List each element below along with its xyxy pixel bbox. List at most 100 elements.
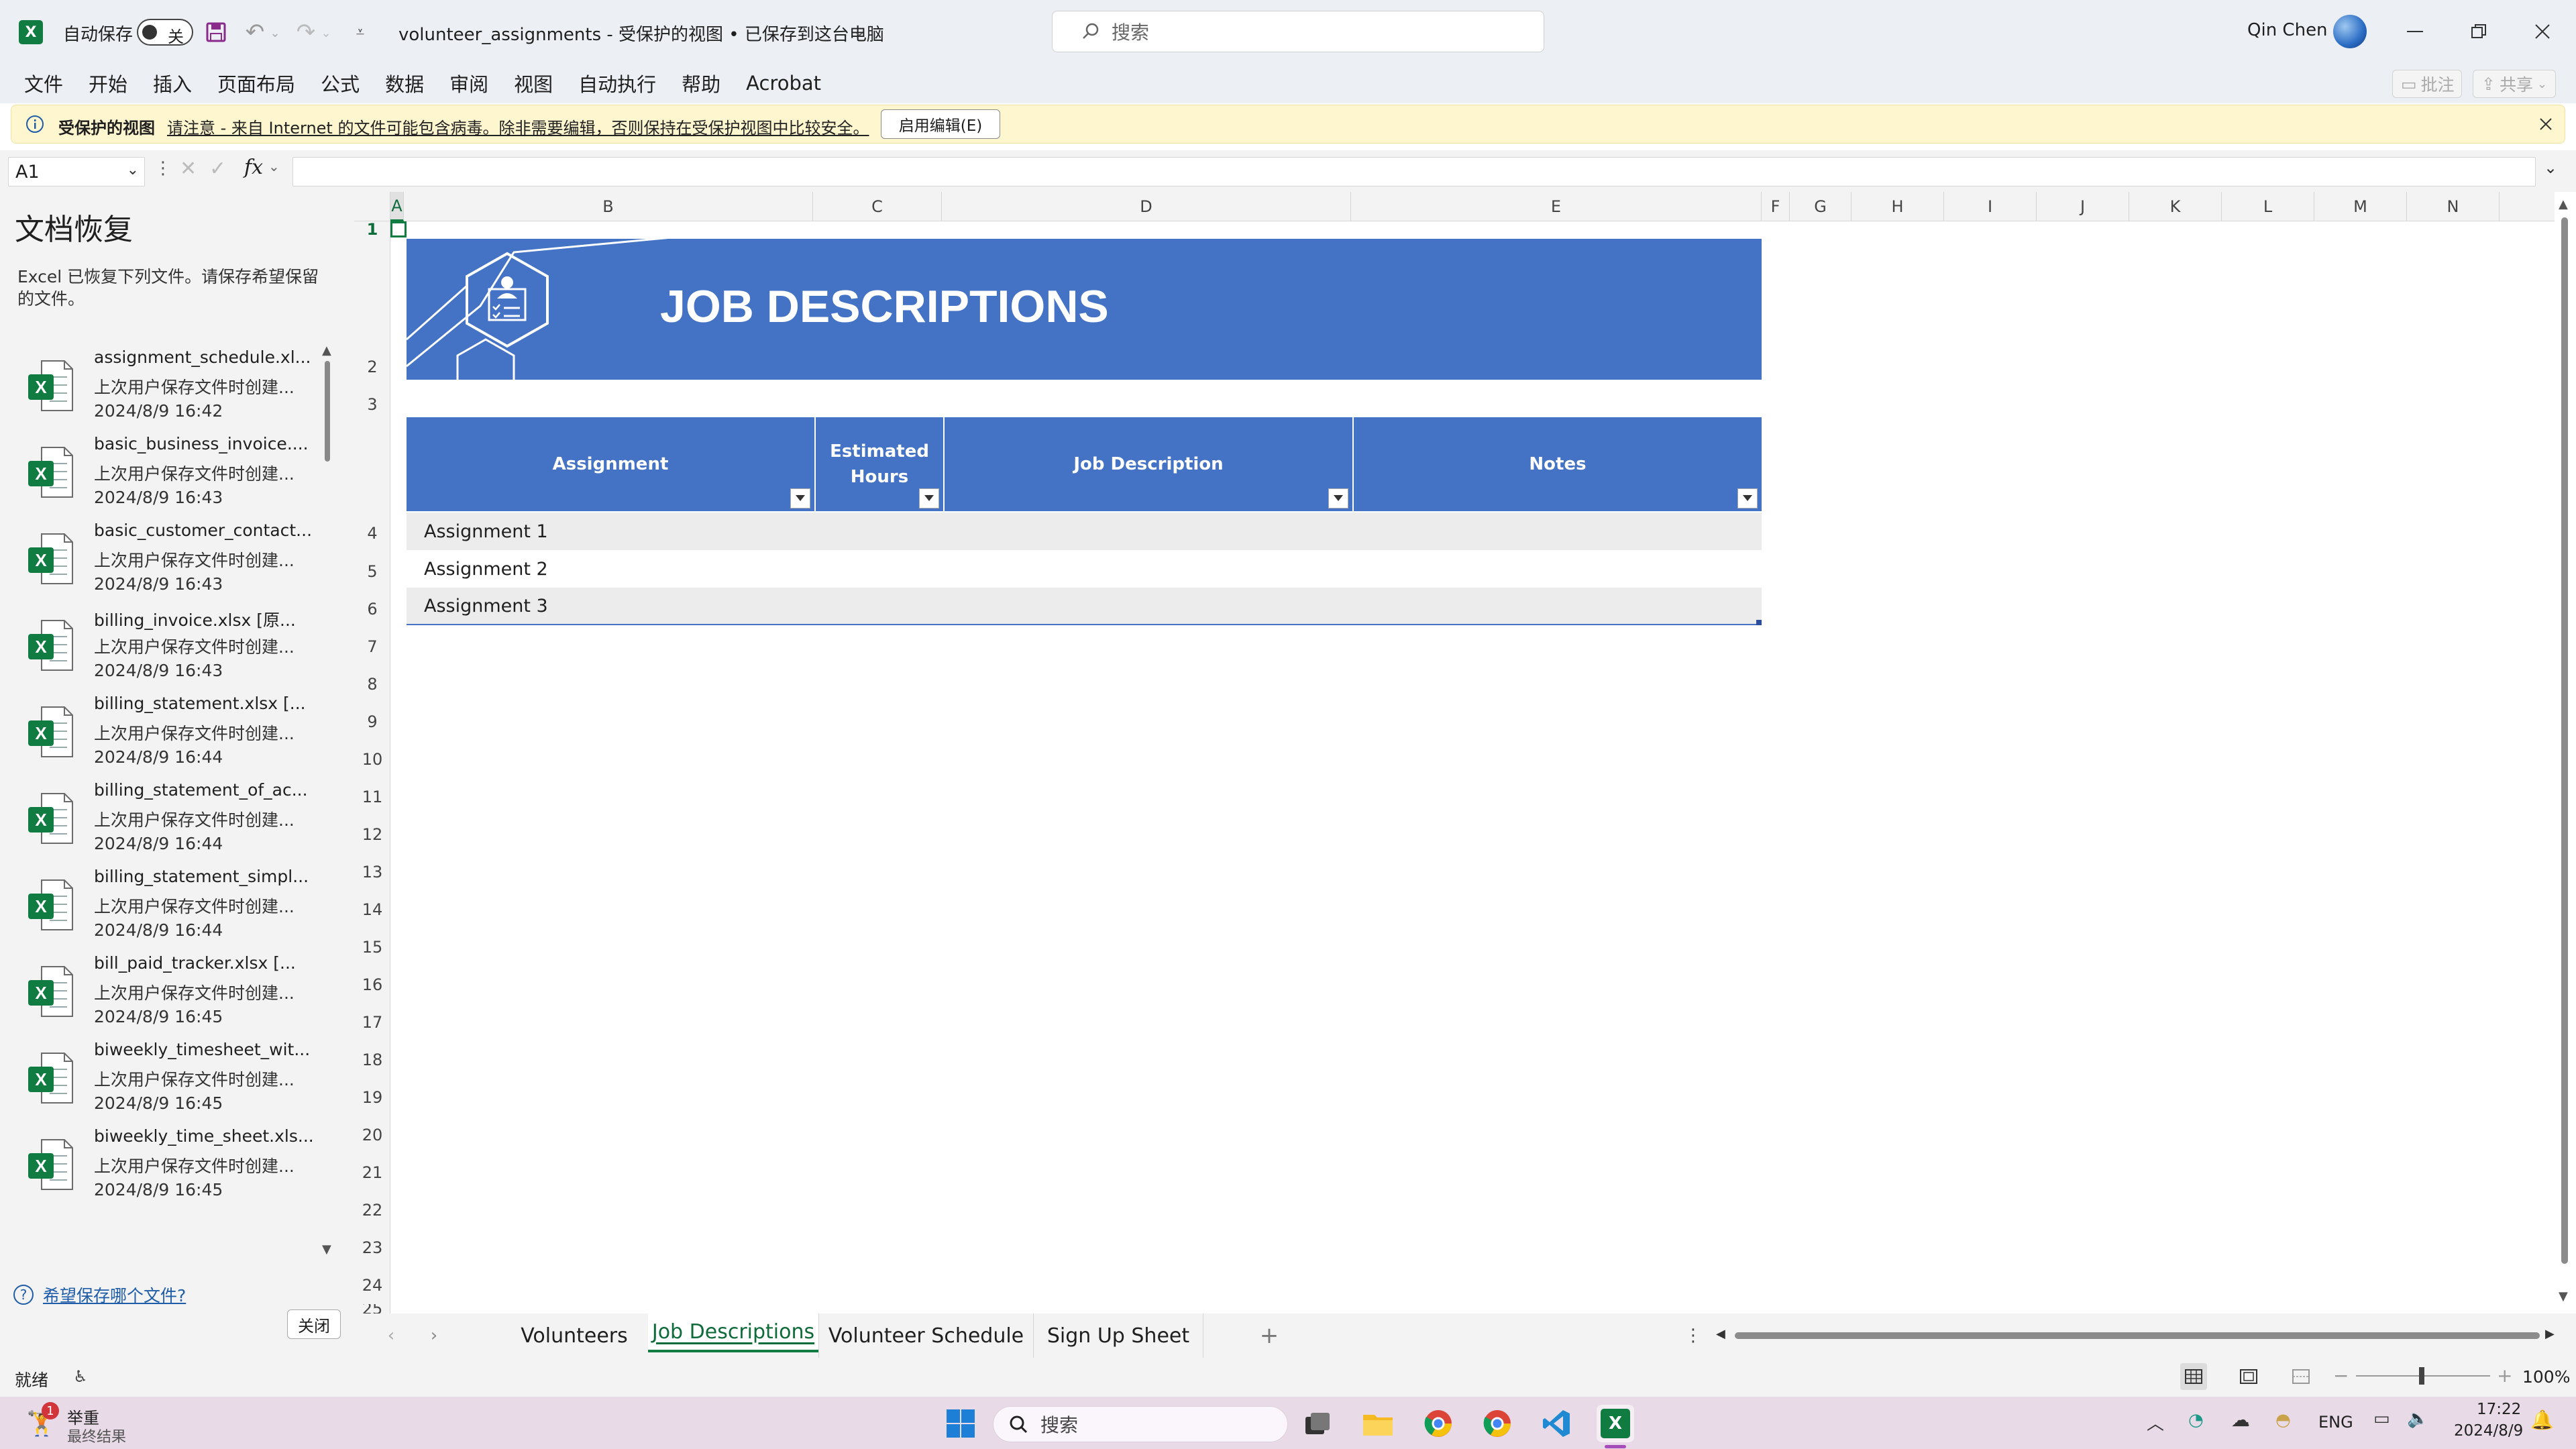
assignment-cell[interactable]: Assignment 1 bbox=[424, 521, 548, 542]
scroll-left-icon[interactable]: ◀ bbox=[1716, 1327, 1725, 1341]
col-header-A[interactable]: A bbox=[390, 192, 404, 221]
col-header-K[interactable]: K bbox=[2129, 192, 2222, 221]
tab-job-descriptions[interactable]: Job Descriptions bbox=[648, 1313, 818, 1352]
recovery-list-item[interactable]: Xbiweekly_timesheet_wit... 上次用户保存文件时创建...… bbox=[0, 1033, 322, 1120]
filter-job-description-icon[interactable] bbox=[1328, 488, 1348, 508]
menu-insert[interactable]: 插入 bbox=[153, 69, 192, 97]
normal-view-icon[interactable] bbox=[2180, 1363, 2207, 1390]
row-header-25[interactable]: 25 bbox=[354, 1304, 390, 1313]
row-header-14[interactable]: 14 bbox=[354, 891, 390, 928]
recovery-list-item[interactable]: Xbasic_customer_contact... 上次用户保存文件时创建...… bbox=[0, 514, 322, 601]
undo-dropdown-icon[interactable]: ⌄ bbox=[268, 23, 282, 43]
restore-icon[interactable] bbox=[2459, 13, 2499, 50]
row-header-24[interactable]: 24 bbox=[354, 1267, 390, 1304]
select-all-corner[interactable] bbox=[354, 192, 390, 221]
recovery-close-button[interactable]: 关闭 bbox=[287, 1309, 341, 1339]
col-header-F[interactable]: F bbox=[1762, 192, 1790, 221]
customize-toolbar-icon[interactable]: ⩡ bbox=[349, 20, 372, 44]
recovery-list-item[interactable]: Xbilling_statement_simpl... 上次用户保存文件时创建..… bbox=[0, 860, 322, 947]
row-header-9[interactable]: 9 bbox=[354, 703, 390, 741]
scroll-thumb[interactable] bbox=[325, 361, 330, 462]
row-header-18[interactable]: 18 bbox=[354, 1041, 390, 1079]
zoom-slider[interactable] bbox=[2356, 1367, 2490, 1385]
redo-dropdown-icon[interactable]: ⌄ bbox=[319, 23, 333, 43]
menu-help[interactable]: 帮助 bbox=[682, 69, 720, 97]
row-header-10[interactable]: 10 bbox=[354, 741, 390, 778]
row-header-1[interactable]: 1 bbox=[354, 220, 390, 239]
menu-home[interactable]: 开始 bbox=[89, 69, 127, 97]
chrome-profile-icon[interactable] bbox=[1479, 1405, 1516, 1442]
table-row[interactable]: Assignment 1 bbox=[407, 513, 1762, 550]
notifications-icon[interactable]: 🔔 bbox=[2530, 1409, 2554, 1431]
zoom-in-icon[interactable]: + bbox=[2497, 1364, 2512, 1387]
col-header-M[interactable]: M bbox=[2314, 192, 2407, 221]
filter-assignment-icon[interactable] bbox=[790, 488, 810, 508]
recovery-list-item[interactable]: Xbilling_statement_of_ac... 上次用户保存文件时创建..… bbox=[0, 773, 322, 861]
formula-bar-more-icon[interactable]: ⋮ bbox=[154, 158, 172, 178]
news-widget[interactable]: 🏋 1 举重 最终结果 bbox=[24, 1402, 172, 1446]
row-header-3[interactable]: 3 bbox=[354, 386, 390, 423]
row-header-13[interactable]: 13 bbox=[354, 853, 390, 891]
row-header-21[interactable]: 21 bbox=[354, 1154, 390, 1191]
show-hidden-icons[interactable]: ︿ bbox=[2147, 1410, 2164, 1435]
cancel-formula-icon[interactable]: ✕ bbox=[180, 157, 197, 180]
menu-formulas[interactable]: 公式 bbox=[321, 69, 360, 97]
title-dropdown-icon[interactable]: ⌄ bbox=[851, 20, 868, 43]
menu-automate[interactable]: 自动执行 bbox=[578, 69, 656, 97]
taskbar-search[interactable]: 搜索 bbox=[993, 1406, 1288, 1442]
file-explorer-icon[interactable] bbox=[1359, 1405, 1397, 1442]
vertical-scrollbar[interactable]: ▲ ▼ bbox=[2556, 197, 2573, 1308]
which-files-link[interactable]: ? 希望保存哪个文件? bbox=[13, 1283, 186, 1307]
scroll-down-icon[interactable]: ▼ bbox=[322, 1242, 331, 1256]
name-box[interactable]: A1 ⌄ bbox=[8, 157, 145, 186]
assignment-cell[interactable]: Assignment 3 bbox=[424, 596, 548, 616]
tab-sign-up-sheet[interactable]: Sign Up Sheet bbox=[1033, 1313, 1203, 1358]
horizontal-scroll-thumb[interactable] bbox=[1735, 1332, 2540, 1339]
row-header-23[interactable]: 23 bbox=[354, 1229, 390, 1267]
close-window-icon[interactable] bbox=[2522, 13, 2563, 50]
avatar[interactable] bbox=[2333, 15, 2367, 48]
col-header-H[interactable]: H bbox=[1851, 192, 1944, 221]
col-header-I[interactable]: I bbox=[1944, 192, 2037, 221]
recovery-list-item[interactable]: Xbiweekly_time_sheet.xls... 上次用户保存文件时创建..… bbox=[0, 1120, 322, 1199]
row-header-20[interactable]: 20 bbox=[354, 1116, 390, 1154]
col-header-G[interactable]: G bbox=[1790, 192, 1851, 221]
tabs-more-icon[interactable]: ⋮ bbox=[1684, 1324, 1702, 1347]
selected-cell-a1[interactable] bbox=[390, 221, 407, 237]
row-header-19[interactable]: 19 bbox=[354, 1079, 390, 1116]
fx-dropdown-icon[interactable]: ⌄ bbox=[268, 158, 280, 174]
assignment-cell[interactable]: Assignment 2 bbox=[424, 559, 548, 580]
insert-function-icon[interactable]: fx bbox=[244, 156, 263, 179]
next-sheet-icon[interactable]: › bbox=[424, 1324, 444, 1347]
page-layout-view-icon[interactable] bbox=[2235, 1363, 2262, 1390]
recovery-list-item[interactable]: Xbilling_invoice.xlsx [原... 上次用户保存文件时创建..… bbox=[0, 600, 322, 688]
filter-hours-icon[interactable] bbox=[919, 488, 939, 508]
filter-notes-icon[interactable] bbox=[1737, 488, 1758, 508]
excel-taskbar-icon[interactable]: X bbox=[1597, 1405, 1634, 1442]
table-row[interactable]: Assignment 2 bbox=[407, 550, 1762, 588]
accessibility-icon[interactable]: ♿ bbox=[70, 1366, 91, 1387]
prev-sheet-icon[interactable]: ‹ bbox=[381, 1324, 401, 1347]
autosave-toggle[interactable]: 关 bbox=[137, 19, 193, 46]
menu-acrobat[interactable]: Acrobat bbox=[746, 72, 821, 95]
vertical-scroll-thumb[interactable] bbox=[2561, 217, 2568, 1264]
row-header-16[interactable]: 16 bbox=[354, 966, 390, 1004]
table-row[interactable]: Assignment 3 bbox=[407, 588, 1762, 625]
horizontal-scrollbar[interactable]: ◀ ▶ bbox=[1716, 1327, 2559, 1344]
scroll-down-icon[interactable]: ▼ bbox=[2559, 1289, 2568, 1303]
scroll-up-icon[interactable]: ▲ bbox=[322, 343, 331, 358]
col-header-L[interactable]: L bbox=[2222, 192, 2314, 221]
clock-date[interactable]: 2024/8/9 bbox=[2454, 1422, 2523, 1440]
clock-time[interactable]: 17:22 bbox=[2477, 1401, 2521, 1418]
tab-volunteers[interactable]: Volunteers bbox=[500, 1313, 648, 1358]
col-header-E[interactable]: E bbox=[1351, 192, 1762, 221]
edge-tray-icon[interactable]: ◔ bbox=[2188, 1410, 2204, 1430]
minimize-icon[interactable] bbox=[2395, 13, 2435, 50]
col-header-B[interactable]: B bbox=[404, 192, 813, 221]
onedrive-icon[interactable]: ☁ bbox=[2231, 1409, 2250, 1431]
row-header-12[interactable]: 12 bbox=[354, 816, 390, 853]
undo-icon[interactable]: ↶ bbox=[241, 19, 268, 46]
expand-formula-icon[interactable]: ⌄ bbox=[2544, 158, 2557, 177]
col-header-N[interactable]: N bbox=[2407, 192, 2500, 221]
chrome-icon[interactable] bbox=[1419, 1405, 1457, 1442]
